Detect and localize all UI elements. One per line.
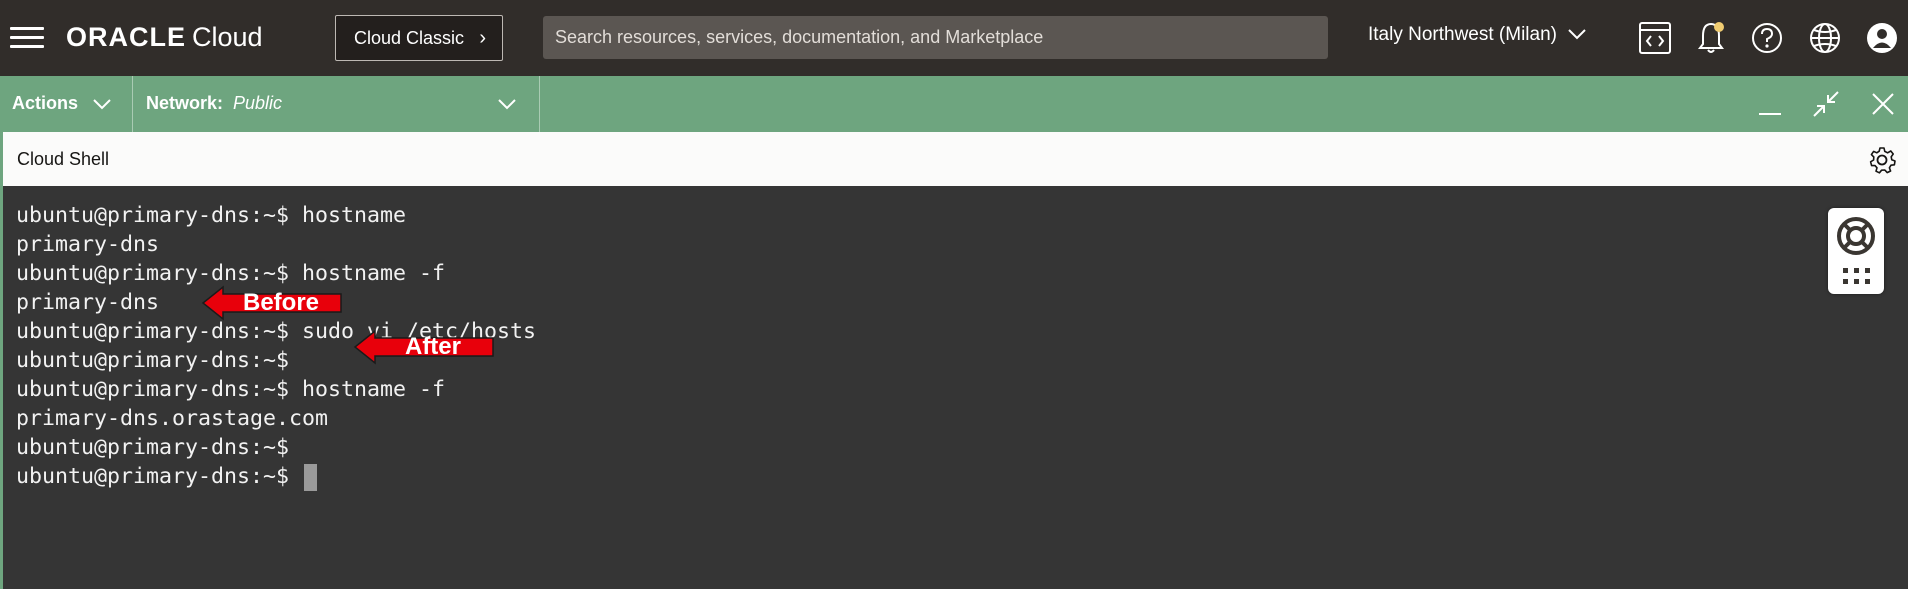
chevron-down-icon: [1568, 24, 1586, 46]
oracle-cloud-logo[interactable]: ORACLE Cloud: [66, 22, 263, 56]
actions-label: Actions: [12, 93, 79, 113]
top-navigation-bar: ORACLECloud Cloud Classic › Italy Northw…: [0, 0, 1908, 76]
actions-dropdown[interactable]: Actions: [0, 76, 133, 132]
terminal-line: ubuntu@primary-dns:~$: [16, 435, 290, 460]
network-label: Network:: [146, 93, 224, 113]
restore-icon[interactable]: [1810, 88, 1842, 120]
bell-icon[interactable]: [1692, 19, 1730, 57]
help-icon[interactable]: [1748, 19, 1786, 57]
chevron-right-icon: ›: [479, 27, 486, 49]
terminal-line: primary-dns.orastage.com: [16, 406, 329, 431]
cloud-shell-title: Cloud Shell: [17, 149, 110, 169]
terminal-prompt-line: ubuntu@primary-dns:~$: [16, 462, 536, 491]
chevron-down-icon: [497, 90, 517, 122]
search-input[interactable]: [543, 16, 1328, 59]
before-label: Before: [242, 289, 320, 316]
terminal[interactable]: ubuntu@primary-dns:~$ hostname primary-d…: [0, 186, 1908, 589]
terminal-line: primary-dns: [16, 232, 160, 257]
after-label: After: [404, 333, 461, 360]
close-icon[interactable]: [1867, 88, 1899, 120]
lifebuoy-icon: [1837, 217, 1875, 284]
menu-icon[interactable]: [10, 27, 44, 49]
after-arrow-annotation: After: [353, 329, 495, 365]
region-selector[interactable]: Italy Northwest (Milan): [1368, 24, 1586, 52]
help-widget[interactable]: [1828, 208, 1884, 294]
terminal-line: ubuntu@primary-dns:~$ hostname: [16, 203, 407, 228]
terminal-prompt: ubuntu@primary-dns:~$: [16, 464, 303, 489]
cloud-classic-button[interactable]: Cloud Classic ›: [335, 15, 503, 61]
logo-brand: ORACLE: [66, 22, 186, 52]
cloud-shell-header: Cloud Shell: [0, 132, 1908, 186]
network-value: Public: [233, 93, 283, 113]
cloud-shell-toolbar: Actions Network: Public: [0, 76, 1908, 132]
network-dropdown[interactable]: Network: Public: [133, 76, 540, 132]
region-label: Italy Northwest (Milan): [1368, 24, 1557, 45]
before-arrow-annotation: Before: [201, 285, 343, 321]
terminal-line: ubuntu@primary-dns:~$ hostname -f: [16, 377, 446, 402]
code-editor-icon[interactable]: [1636, 19, 1674, 57]
cloud-classic-label: Cloud Classic: [354, 28, 465, 48]
globe-icon[interactable]: [1806, 19, 1844, 57]
terminal-cursor: [304, 463, 318, 491]
user-icon[interactable]: [1863, 19, 1901, 57]
minimize-icon[interactable]: [1754, 88, 1786, 120]
terminal-line: ubuntu@primary-dns:~$ hostname -f: [16, 261, 446, 286]
chevron-down-icon: [92, 90, 112, 122]
logo-product: Cloud: [192, 22, 263, 52]
gear-icon[interactable]: [1868, 146, 1896, 174]
